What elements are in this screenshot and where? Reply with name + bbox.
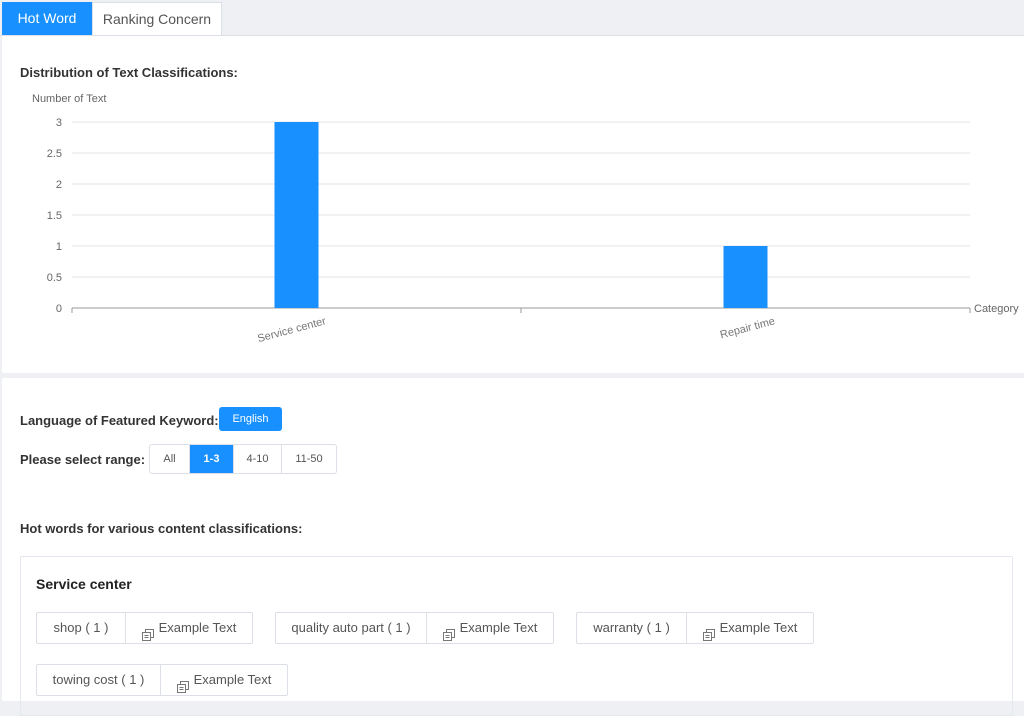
x-tick-label: Repair time	[719, 315, 776, 341]
example-text-button[interactable]: Example Text	[126, 613, 252, 643]
example-text-button[interactable]: Example Text	[427, 613, 553, 643]
y-tick-label: 2.5	[47, 148, 62, 160]
bar-service-center	[274, 122, 319, 308]
copy-icon	[176, 674, 189, 693]
tab-ranking-concern[interactable]: Ranking Concern	[92, 2, 222, 35]
x-tick-label: Service center	[256, 315, 327, 345]
example-text-button[interactable]: Example Text	[687, 613, 813, 643]
hotword-towing-cost[interactable]: towing cost ( 1 )	[37, 665, 161, 695]
range-selector: All 1-3 4-10 11-50	[149, 444, 337, 474]
y-tick-label: 1	[56, 241, 62, 253]
copy-icon	[702, 622, 715, 641]
example-text-label: Example Text	[459, 620, 538, 635]
language-english-button[interactable]: English	[219, 407, 282, 431]
example-text-label: Example Text	[719, 620, 798, 635]
y-axis-label: Number of Text	[32, 93, 106, 105]
hotword-chip: shop ( 1 ) Example Text	[36, 612, 253, 644]
range-label: Please select range:	[20, 452, 146, 467]
chart-panel: Distribution of Text Classifications: Nu…	[2, 36, 1024, 373]
copy-icon	[442, 622, 455, 641]
y-tick-label: 0	[56, 303, 62, 315]
range-option-11-50[interactable]: 11-50	[282, 445, 336, 473]
keywords-panel: Language of Featured Keyword: English Pl…	[2, 378, 1024, 716]
range-option-1-3[interactable]: 1-3	[190, 445, 234, 473]
hotword-chip: quality auto part ( 1 ) Example Text	[275, 612, 554, 644]
example-text-label: Example Text	[193, 672, 272, 687]
hotword-chip: towing cost ( 1 ) Example Text	[36, 664, 288, 696]
example-text-button[interactable]: Example Text	[161, 665, 287, 695]
example-text-label: Example Text	[158, 620, 237, 635]
hotword-chip: warranty ( 1 ) Example Text	[576, 612, 814, 644]
bar-repair-time	[723, 246, 768, 308]
hotwords-title: Hot words for various content classifica…	[20, 521, 303, 536]
language-label: Language of Featured Keyword:	[20, 413, 219, 428]
hotword-quality-auto-part[interactable]: quality auto part ( 1 )	[276, 613, 427, 643]
copy-icon	[141, 622, 154, 641]
range-option-all[interactable]: All	[150, 445, 190, 473]
x-axis-label: Category	[974, 303, 1019, 315]
y-tick-label: 1.5	[47, 210, 62, 222]
hotword-warranty[interactable]: warranty ( 1 )	[577, 613, 687, 643]
hotword-shop[interactable]: shop ( 1 )	[37, 613, 126, 643]
classification-title: Service center	[36, 576, 132, 592]
bar-chart: Number of Text 0 0.5 1 1.5 2 2.5 3 Service cente…	[32, 93, 1019, 345]
y-tick-label: 2	[56, 179, 62, 191]
y-tick-label: 0.5	[47, 272, 62, 284]
range-option-4-10[interactable]: 4-10	[234, 445, 282, 473]
tab-hot-word[interactable]: Hot Word	[2, 2, 92, 35]
classification-group: Service center shop ( 1 ) Example Text q…	[20, 556, 1013, 716]
y-tick-label: 3	[56, 117, 62, 129]
tab-bar: Hot Word Ranking Concern	[0, 0, 1024, 36]
